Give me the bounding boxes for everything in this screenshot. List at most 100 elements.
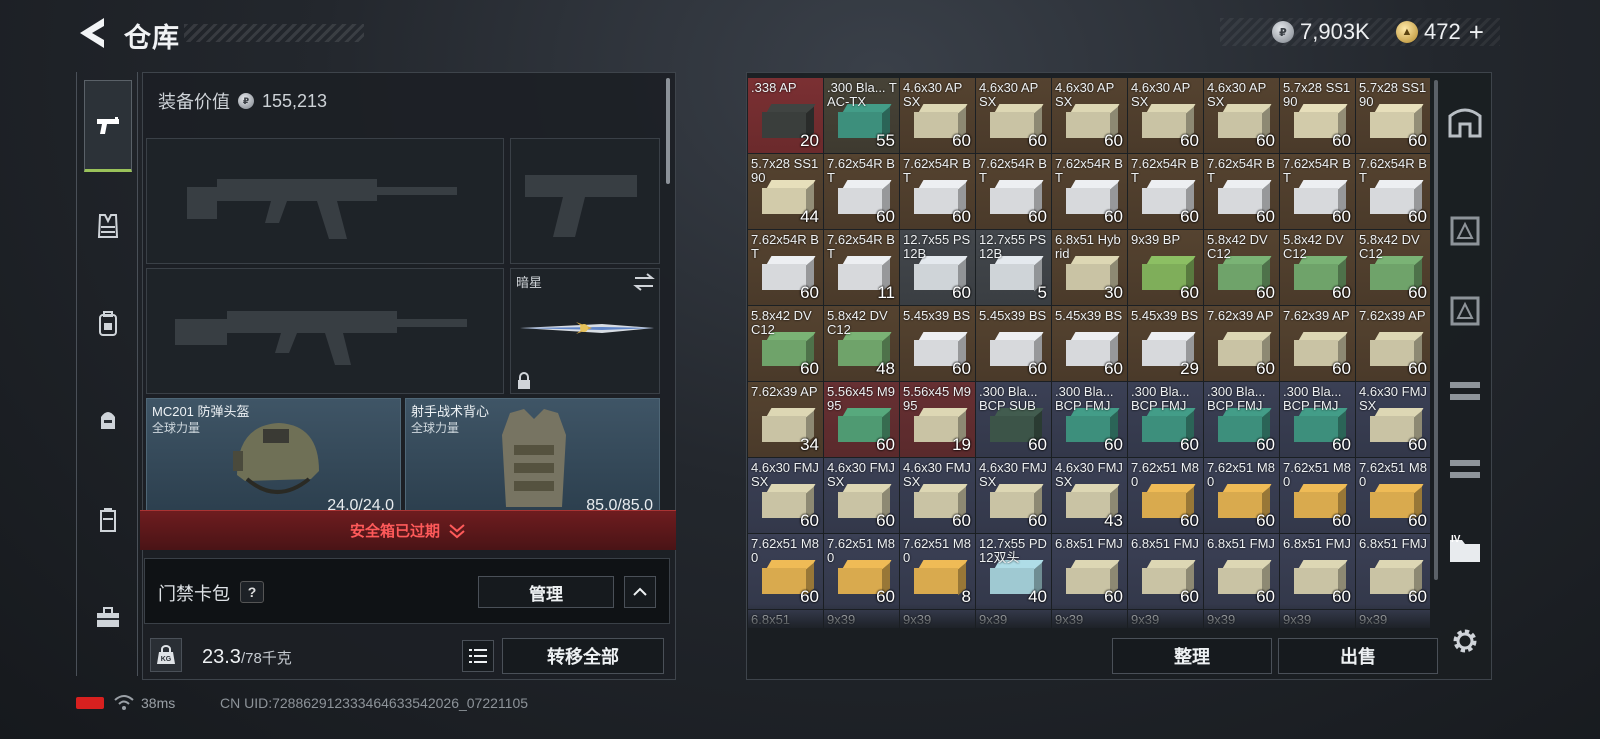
inventory-item[interactable]: 7.62x54R BT 60 (1280, 154, 1355, 229)
settings-button[interactable] (1446, 622, 1484, 660)
warehouse-scrollbar[interactable] (1434, 80, 1438, 580)
inventory-item[interactable]: 6.8x51 FMJ 60 (1356, 534, 1430, 609)
inventory-item[interactable]: 9x39 BP 60 (1128, 230, 1203, 305)
inventory-item[interactable]: 7.62x51 M80 60 (1280, 458, 1355, 533)
inventory-item[interactable]: 6.8x51 FMJ 60 (1204, 534, 1279, 609)
gold-currency[interactable]: ▲ 472 + (1396, 17, 1484, 48)
item-name: 7.62x39 AP (751, 384, 818, 399)
inventory-item[interactable]: 5.8x42 DVC12 60 (1204, 230, 1279, 305)
safe-box-expired-banner[interactable]: 安全箱已过期 (140, 510, 676, 550)
nav-chest-rig[interactable] (84, 202, 132, 250)
storage-tab-5[interactable] (1446, 450, 1484, 488)
inventory-item[interactable]: 5.8x42 DVC12 60 (748, 306, 823, 381)
inventory-item[interactable]: 7.62x51 M80 60 (1204, 458, 1279, 533)
nav-toolbox[interactable] (84, 594, 132, 642)
storage-tab-2[interactable] (1446, 212, 1484, 250)
storage-tab-4[interactable] (1446, 372, 1484, 410)
item-quantity: 19 (952, 435, 971, 454)
inventory-item[interactable]: 5.7x28 SS190 44 (748, 154, 823, 229)
item-name: 7.62x39 AP (1283, 308, 1350, 323)
inventory-item[interactable]: 7.62x54R BT 60 (976, 154, 1051, 229)
add-currency-icon[interactable]: + (1469, 17, 1484, 48)
inventory-item[interactable]: 4.6x30 FMJ SX 60 (824, 458, 899, 533)
inventory-item[interactable]: 7.62x51 M80 60 (1128, 458, 1203, 533)
inventory-item[interactable]: 12.7x55 PD12双头 40 (976, 534, 1051, 609)
inventory-item[interactable]: 5.56x45 M995 60 (824, 382, 899, 457)
inventory-item[interactable]: 4.6x30 AP SX 60 (976, 78, 1051, 153)
armor-vest-slot[interactable]: 射手战术背心 全球力量 85.0/85.0 (405, 398, 660, 514)
pistol-slot[interactable] (510, 138, 660, 264)
inventory-item[interactable]: 6.8x51 FMJ 60 (1052, 534, 1127, 609)
nav-container[interactable] (84, 496, 132, 544)
inventory-item[interactable]: 7.62x54R BT 60 (824, 154, 899, 229)
storage-tab-1[interactable] (1446, 102, 1484, 140)
inventory-item[interactable]: 7.62x54R BT 60 (1204, 154, 1279, 229)
storage-tab-3[interactable] (1446, 292, 1484, 330)
inventory-item[interactable]: 6.8x51 FMJ 60 (1128, 534, 1203, 609)
primary-weapon-slot-1[interactable] (146, 138, 504, 264)
inventory-item[interactable]: 7.62x51 M80 60 (1356, 458, 1430, 533)
inventory-item[interactable]: .300 Bla... BCP FMJ 60 (1052, 382, 1127, 457)
inventory-item[interactable]: 4.6x30 AP SX 60 (1128, 78, 1203, 153)
inventory-item[interactable]: 7.62x54R BT 60 (1052, 154, 1127, 229)
inventory-item[interactable]: 4.6x30 FMJ SX 60 (976, 458, 1051, 533)
inventory-item[interactable]: 5.56x45 M995 19 (900, 382, 975, 457)
nav-pouch[interactable] (84, 396, 132, 444)
storage-tab-6-active[interactable]: IV (1446, 530, 1484, 568)
equipment-scrollbar[interactable] (666, 78, 670, 184)
helmet-slot[interactable]: MC201 防弹头盔 全球力量 24.0/24.0 (146, 398, 401, 514)
equipment-value-label: 装备价值 (158, 92, 230, 112)
inventory-item[interactable]: 12.7x55 PS12B 5 (976, 230, 1051, 305)
manage-button[interactable]: 管理 (478, 576, 614, 608)
inventory-item[interactable]: 4.6x30 AP SX 60 (1204, 78, 1279, 153)
inventory-item[interactable]: 5.45x39 BS 60 (1052, 306, 1127, 381)
inventory-item[interactable]: 4.6x30 AP SX 60 (900, 78, 975, 153)
inventory-item[interactable]: 12.7x55 PS12B 60 (900, 230, 975, 305)
inventory-item[interactable]: 7.62x54R BT 60 (900, 154, 975, 229)
inventory-item[interactable]: 7.62x39 AP 60 (1280, 306, 1355, 381)
inventory-item[interactable]: 5.8x42 DVC12 60 (1356, 230, 1430, 305)
list-view-button[interactable] (462, 640, 494, 672)
inventory-item[interactable]: 5.45x39 BS 29 (1128, 306, 1203, 381)
transfer-all-button[interactable]: 转移全部 (502, 638, 664, 674)
sell-button[interactable]: 出售 (1278, 638, 1438, 674)
inventory-item[interactable]: 7.62x39 AP 34 (748, 382, 823, 457)
inventory-item[interactable]: 7.62x54R BT 60 (1356, 154, 1430, 229)
inventory-item[interactable]: 5.7x28 SS190 60 (1356, 78, 1430, 153)
nav-backpack[interactable] (84, 300, 132, 348)
primary-weapon-slot-2[interactable] (146, 268, 504, 394)
inventory-item[interactable]: 5.8x42 DVC12 48 (824, 306, 899, 381)
swap-icon[interactable] (632, 272, 656, 292)
collapse-button[interactable] (624, 576, 656, 608)
inventory-item[interactable]: 5.8x42 DVC12 60 (1280, 230, 1355, 305)
inventory-item[interactable]: 7.62x54R BT 60 (1128, 154, 1203, 229)
inventory-item[interactable]: 7.62x54R BT 11 (824, 230, 899, 305)
sort-button[interactable]: 整理 (1112, 638, 1272, 674)
inventory-item[interactable]: .300 Bla... BCP SUB 60 (976, 382, 1051, 457)
inventory-item[interactable]: 7.62x51 M80 60 (748, 534, 823, 609)
inventory-item[interactable]: 4.6x30 AP SX 60 (1052, 78, 1127, 153)
inventory-item[interactable]: 4.6x30 FMJ SX 60 (900, 458, 975, 533)
back-arrow-icon[interactable] (76, 16, 108, 50)
item-name: 12.7x55 PS12B (979, 232, 1047, 261)
inventory-item[interactable]: 6.8x51 FMJ 60 (1280, 534, 1355, 609)
inventory-item[interactable]: 4.6x30 FMJ SX 43 (1052, 458, 1127, 533)
inventory-item[interactable]: .338 AP 20 (748, 78, 823, 153)
inventory-item[interactable]: 4.6x30 FMJ SX 60 (748, 458, 823, 533)
inventory-item[interactable]: 7.62x39 AP 60 (1356, 306, 1430, 381)
nav-weapons[interactable] (84, 80, 132, 172)
help-icon[interactable]: ? (240, 581, 264, 603)
inventory-item[interactable]: 7.62x39 AP 60 (1204, 306, 1279, 381)
inventory-item[interactable]: 5.45x39 BS 60 (900, 306, 975, 381)
inventory-item[interactable]: 5.7x28 SS190 60 (1280, 78, 1355, 153)
inventory-item[interactable]: .300 Bla... BCP FMJ 60 (1128, 382, 1203, 457)
inventory-item[interactable]: .300 Bla... BCP FMJ 60 (1204, 382, 1279, 457)
inventory-item[interactable]: 5.45x39 BS 60 (976, 306, 1051, 381)
inventory-item[interactable]: .300 Bla... TAC-TX 55 (824, 78, 899, 153)
inventory-item[interactable]: 6.8x51 Hybrid 30 (1052, 230, 1127, 305)
inventory-item[interactable]: .300 Bla... BCP FMJ 60 (1280, 382, 1355, 457)
inventory-item[interactable]: 7.62x51 M80 8 (900, 534, 975, 609)
inventory-item[interactable]: 7.62x51 M80 60 (824, 534, 899, 609)
inventory-item[interactable]: 7.62x54R BT 60 (748, 230, 823, 305)
inventory-item[interactable]: 4.6x30 FMJ SX 60 (1356, 382, 1430, 457)
